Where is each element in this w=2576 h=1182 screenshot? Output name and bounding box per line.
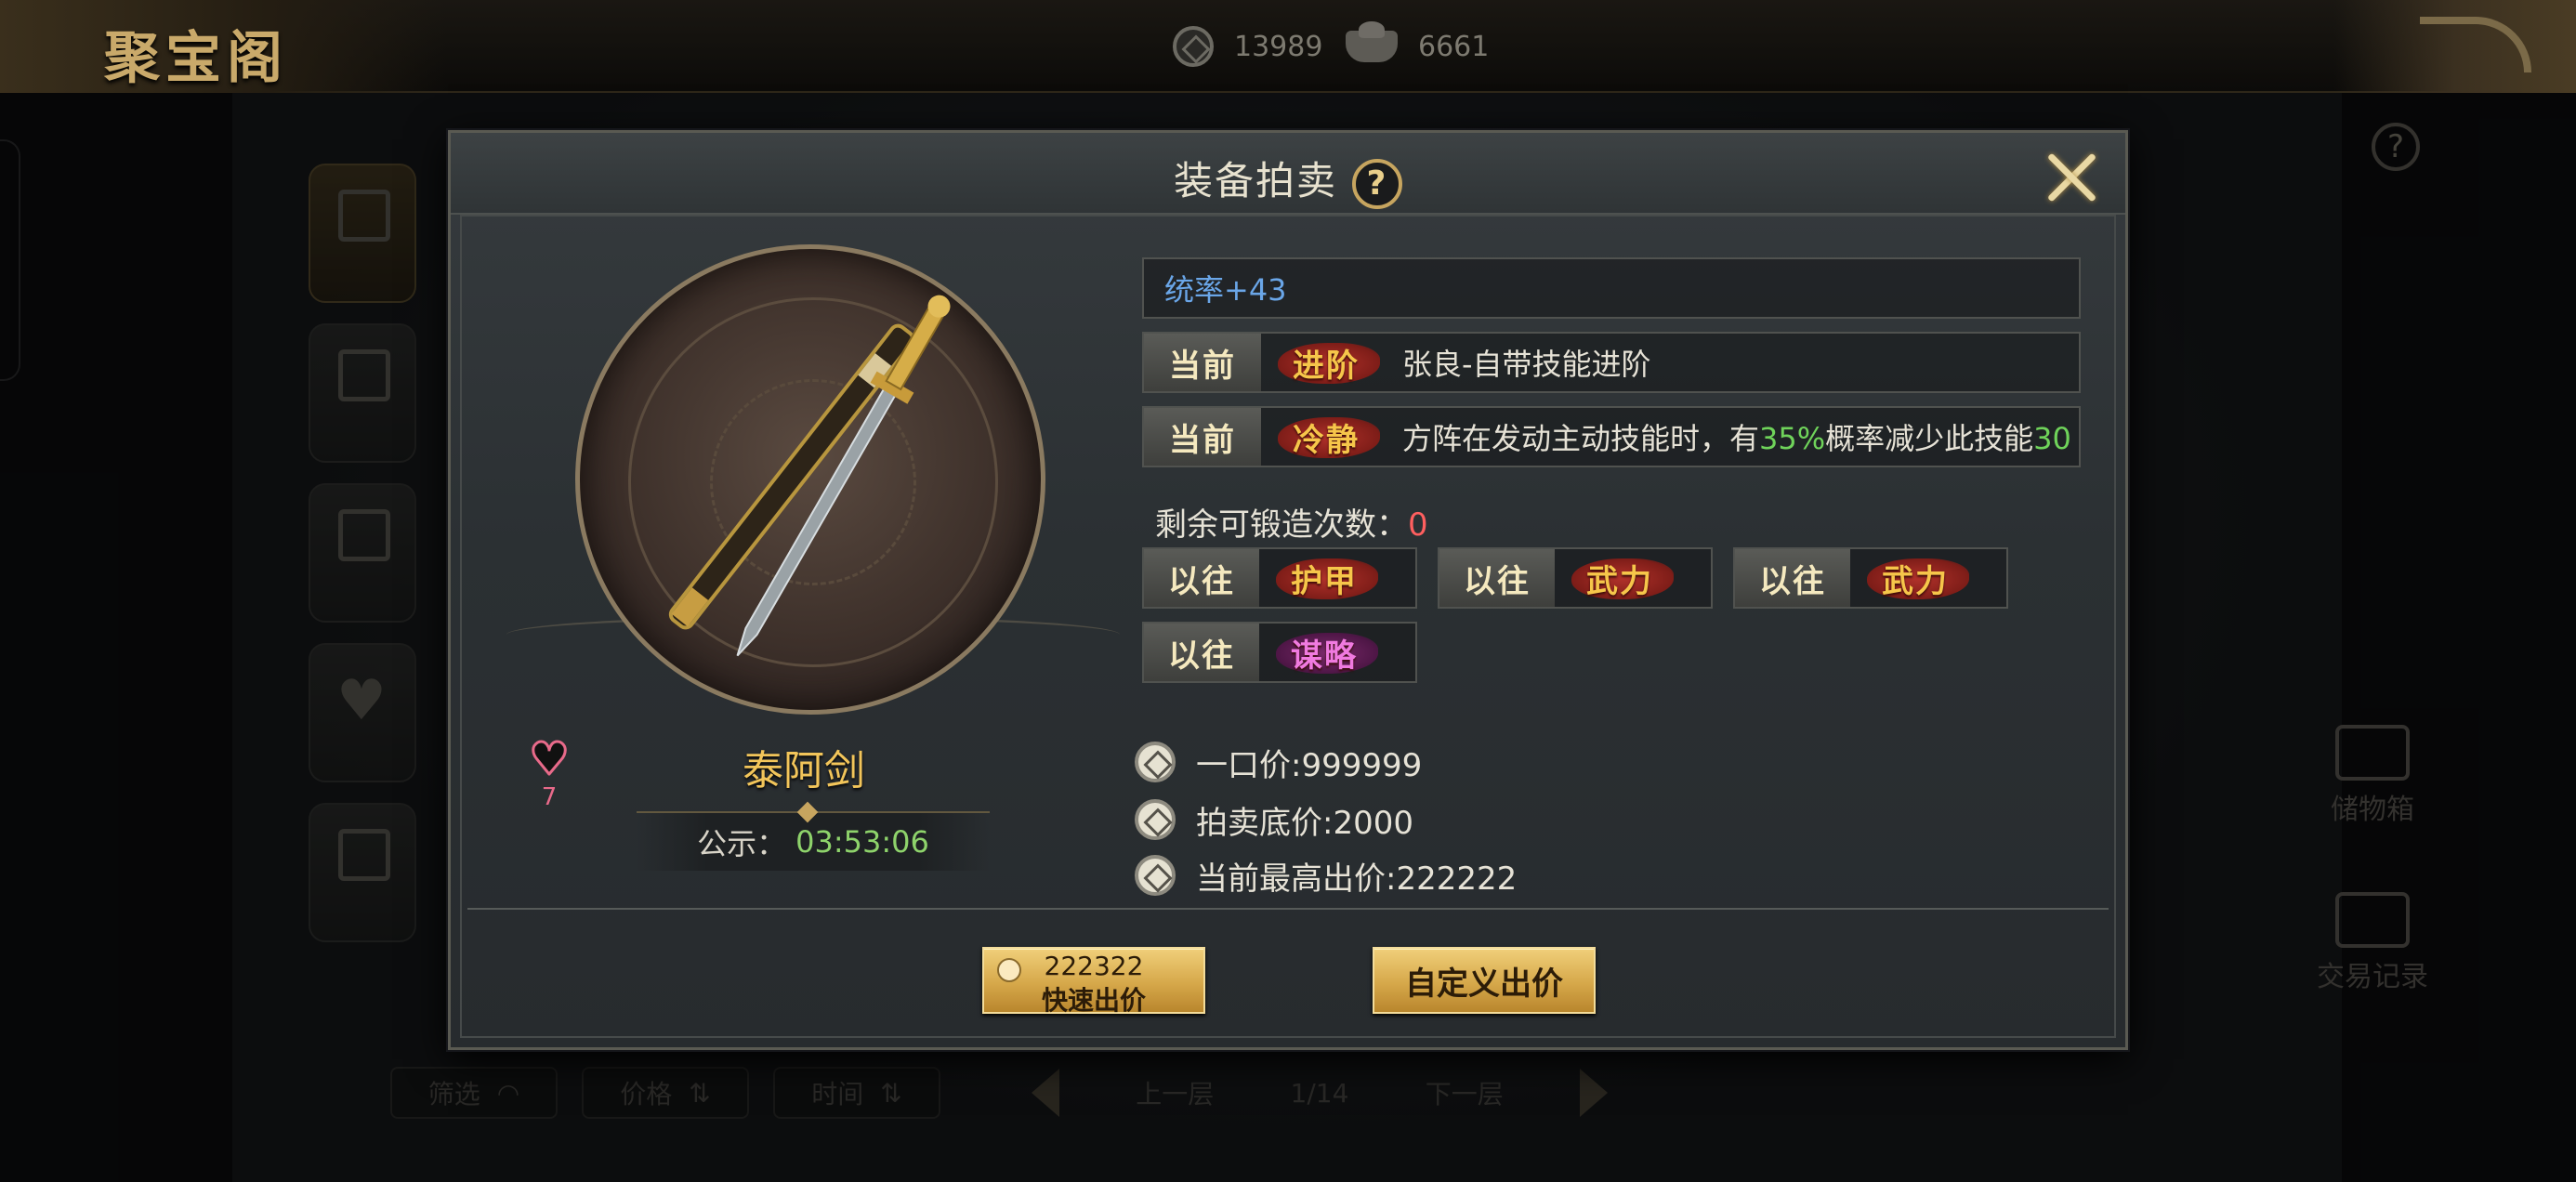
notice-time: 03:53:06 <box>795 824 929 860</box>
page-title: 聚宝阁 <box>104 26 288 91</box>
heart-icon: ♥ <box>528 733 571 785</box>
dialog-title: 装备拍卖? <box>451 150 2125 209</box>
blade-icon <box>736 295 951 657</box>
skill-tag: 武力 <box>1850 549 1980 607</box>
silver-coin-icon <box>1173 26 1214 67</box>
history-tag: 以往 <box>1439 549 1555 607</box>
history-tag: 以往 <box>1144 549 1259 607</box>
attribute-description: 方阵在发动主动技能时，有35%概率减少此技能30 <box>1402 421 2071 456</box>
current-attribute-row: 当前 冷静 方阵在发动主动技能时，有35%概率减少此技能30 <box>1142 406 2081 467</box>
current-tag: 当前 <box>1144 408 1261 466</box>
silver-currency: 13989 <box>1173 20 1322 72</box>
top-bar: 聚宝阁 13989 6661 <box>0 0 2576 93</box>
reserve-price: 拍卖底价:2000 <box>1135 796 1413 843</box>
history-attribute: 以往 武力 <box>1733 547 2008 609</box>
quick-bid-price: 222322 <box>1044 951 1144 981</box>
skill-tag: 武力 <box>1555 549 1685 607</box>
current-attribute-row: 当前 进阶 张良-自带技能进阶 <box>1142 332 2081 393</box>
divider <box>467 908 2109 910</box>
skill-tag: 谋略 <box>1259 624 1389 681</box>
quick-bid-button[interactable]: 222322 快速出价 <box>982 947 1205 1016</box>
item-name: 泰阿剑 <box>743 747 865 795</box>
current-tag: 当前 <box>1144 334 1261 391</box>
buyout-price: 一口价:999999 <box>1135 739 1422 785</box>
silver-coin-icon <box>1135 799 1176 840</box>
help-button[interactable]: ? <box>1352 158 1402 209</box>
base-attribute: 统率+43 <box>1164 272 1287 308</box>
silver-coin-icon <box>1135 742 1176 782</box>
skill-tag: 进阶 <box>1261 334 1391 391</box>
silver-coin-icon <box>1135 855 1176 896</box>
highest-bid: 当前最高出价:222222 <box>1135 852 1517 899</box>
skill-tag: 护甲 <box>1259 549 1389 607</box>
notice-timer: 公示： 03:53:06 <box>637 811 990 871</box>
close-button[interactable] <box>2044 150 2099 205</box>
history-tag: 以往 <box>1735 549 1850 607</box>
gold-ingot-icon <box>1346 21 1398 62</box>
gold-currency: 6661 <box>1346 20 1489 72</box>
like-count: 7 <box>541 783 558 811</box>
history-attribute: 以往 谋略 <box>1142 622 1417 683</box>
quick-bid-label: 快速出价 <box>1041 985 1146 1016</box>
skill-tag: 冷静 <box>1261 408 1391 466</box>
forge-count: 剩余可锻造次数：0 <box>1155 506 1428 544</box>
history-attribute: 以往 护甲 <box>1142 547 1417 609</box>
back-arrow-icon <box>2420 17 2531 72</box>
base-attribute-row: 统率+43 <box>1142 257 2081 319</box>
notice-label: 公示： <box>697 826 787 861</box>
custom-bid-button[interactable]: 自定义出价 <box>1373 947 1596 1014</box>
history-attribute: 以往 武力 <box>1438 547 1713 609</box>
silver-amount: 13989 <box>1234 30 1323 63</box>
sword-icon <box>668 295 951 657</box>
attribute-description: 张良-自带技能进阶 <box>1402 347 1651 382</box>
auction-dialog: 装备拍卖? ♥ 7 泰阿剑 公示： 03:53:06 统率+43 当前 进阶 张… <box>448 130 2128 1050</box>
dialog-header: 装备拍卖? <box>451 133 2125 215</box>
back-button[interactable] <box>2334 0 2576 93</box>
scabbard-icon <box>668 323 915 630</box>
gold-amount: 6661 <box>1418 30 1490 63</box>
history-tag: 以往 <box>1144 624 1259 681</box>
like-button[interactable]: ♥ 7 <box>521 733 577 812</box>
